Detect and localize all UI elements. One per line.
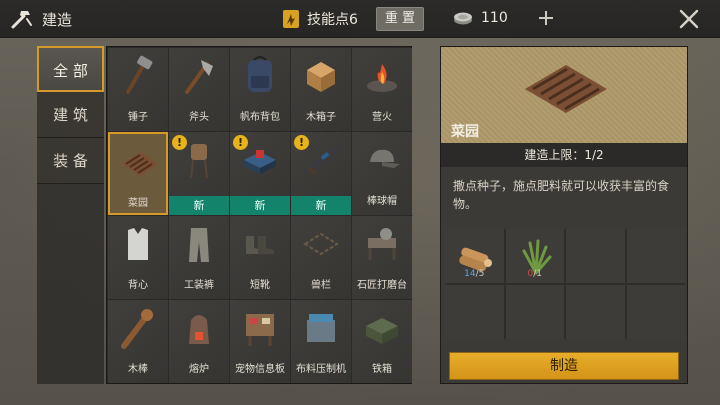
item-wooden-club[interactable]: 木棒: [108, 300, 168, 383]
item-backpack[interactable]: 帆布背包: [230, 48, 290, 131]
item-label: 棒球帽: [367, 196, 397, 207]
item-hammer[interactable]: 锤子: [108, 48, 168, 131]
material-slot-empty: [445, 285, 504, 339]
garden-plot-icon: [122, 152, 158, 176]
rifle-icon: [302, 145, 340, 176]
item-label: 熔炉: [189, 364, 209, 375]
item-description: 撒点种子，施点肥料就可以收获丰富的食物。: [453, 179, 670, 211]
item-workbench[interactable]: ! 新: [230, 132, 290, 215]
tab-all[interactable]: 全 部: [37, 46, 104, 92]
material-slot[interactable]: 14/5: [445, 229, 504, 283]
boots-icon: [246, 236, 274, 254]
item-label: 木棒: [128, 364, 148, 375]
skill-points-text: 技能点6: [307, 12, 358, 28]
wooden-crate-icon: [307, 62, 335, 92]
item-label: 石匠打磨台: [357, 280, 407, 291]
cargo-pants-icon: [189, 228, 209, 262]
backpack-icon: [248, 56, 272, 92]
material-slot[interactable]: 0/1: [505, 229, 564, 283]
pet-board-icon: [246, 314, 274, 346]
item-axe[interactable]: 斧头: [169, 48, 229, 131]
coin-count: 110: [481, 10, 508, 26]
baseball-cap-icon: [370, 149, 400, 168]
page-title: 建造: [42, 11, 73, 29]
material-quantity: 14/5: [464, 269, 485, 279]
material-quantity: 0/1: [527, 269, 542, 279]
materials-grid: 14/5 0/1: [445, 229, 685, 339]
item-garden-plot[interactable]: 菜园: [108, 132, 168, 215]
items-grid: 锤子 斧头 帆布背包 木箱子 营火 菜园 ! 新 ! 新 ! 新 棒球帽 背心 …: [106, 46, 412, 384]
new-badge: 新: [291, 196, 351, 215]
wooden-club-icon: [121, 309, 153, 349]
material-slot-empty: [505, 285, 564, 339]
item-wooden-crate[interactable]: 木箱子: [291, 48, 351, 131]
item-label: 宠物信息板: [235, 364, 285, 375]
item-animal-pen[interactable]: 兽栏: [291, 216, 351, 299]
build-button[interactable]: 制造: [449, 352, 679, 380]
coin-icon: [454, 12, 472, 25]
item-label: 布料压制机: [296, 364, 346, 375]
crossed-hammer-icon: [11, 11, 32, 29]
tab-buildings[interactable]: 建 筑: [37, 92, 104, 138]
item-baseball-cap[interactable]: 棒球帽: [352, 132, 412, 215]
reset-button[interactable]: 重 置: [376, 7, 424, 31]
skill-points-icon: [283, 10, 299, 28]
item-label: 木箱子: [306, 112, 336, 123]
item-label: 铁箱: [372, 364, 392, 375]
material-slot-empty: [566, 229, 625, 283]
category-tabs: 全 部 建 筑 装 备: [37, 46, 104, 384]
plus-icon[interactable]: [534, 6, 558, 30]
item-cargo-pants[interactable]: 工装裤: [169, 216, 229, 299]
hammer-icon: [126, 55, 153, 94]
item-water-tank[interactable]: ! 新: [169, 132, 229, 215]
garden-plot-icon: [525, 65, 607, 113]
vest-icon: [128, 228, 148, 260]
axe-icon: [185, 60, 213, 94]
top-bar: 建造 技能点6 重 置 110: [0, 0, 720, 38]
item-iron-box[interactable]: 铁箱: [352, 300, 412, 383]
item-label: 兽栏: [311, 280, 331, 291]
iron-box-icon: [366, 318, 398, 344]
new-badge: 新: [169, 196, 229, 215]
material-slot-empty: [626, 229, 685, 283]
animal-pen-icon: [303, 232, 339, 256]
item-label: 锤子: [128, 112, 148, 123]
workbench-icon: [244, 150, 276, 174]
item-rifle[interactable]: ! 新: [291, 132, 351, 215]
build-limit: 建造上限：1/2: [441, 143, 687, 167]
tab-equipment[interactable]: 装 备: [37, 138, 104, 184]
material-slot-empty: [566, 285, 625, 339]
item-label: 工装裤: [184, 280, 214, 291]
detail-panel: 菜园 建造上限：1/2 撒点种子，施点肥料就可以收获丰富的食物。 14/5 0/…: [440, 46, 688, 384]
item-label: 短靴: [250, 280, 270, 291]
item-cloth-press[interactable]: 布料压制机: [291, 300, 351, 383]
item-stonemason-table[interactable]: 石匠打磨台: [352, 216, 412, 299]
item-label: 帆布背包: [240, 112, 280, 123]
campfire-icon: [367, 64, 397, 92]
material-slot-empty: [626, 285, 685, 339]
item-vest[interactable]: 背心: [108, 216, 168, 299]
item-preview: 菜园: [441, 47, 687, 143]
item-label: 背心: [128, 280, 148, 291]
item-boots[interactable]: 短靴: [230, 216, 290, 299]
item-furnace[interactable]: 熔炉: [169, 300, 229, 383]
item-name: 菜园: [451, 124, 479, 140]
new-badge: 新: [230, 196, 290, 215]
item-label: 菜园: [128, 198, 148, 209]
item-label: 营火: [372, 112, 392, 123]
item-label: 斧头: [189, 112, 209, 123]
cloth-press-icon: [307, 314, 335, 342]
close-icon[interactable]: [678, 8, 700, 30]
stonemason-table-icon: [368, 228, 396, 260]
item-pet-board[interactable]: 宠物信息板: [230, 300, 290, 383]
tabs-filler: [37, 184, 104, 384]
item-campfire[interactable]: 营火: [352, 48, 412, 131]
water-tank-icon: [190, 144, 208, 179]
furnace-icon: [189, 315, 209, 344]
